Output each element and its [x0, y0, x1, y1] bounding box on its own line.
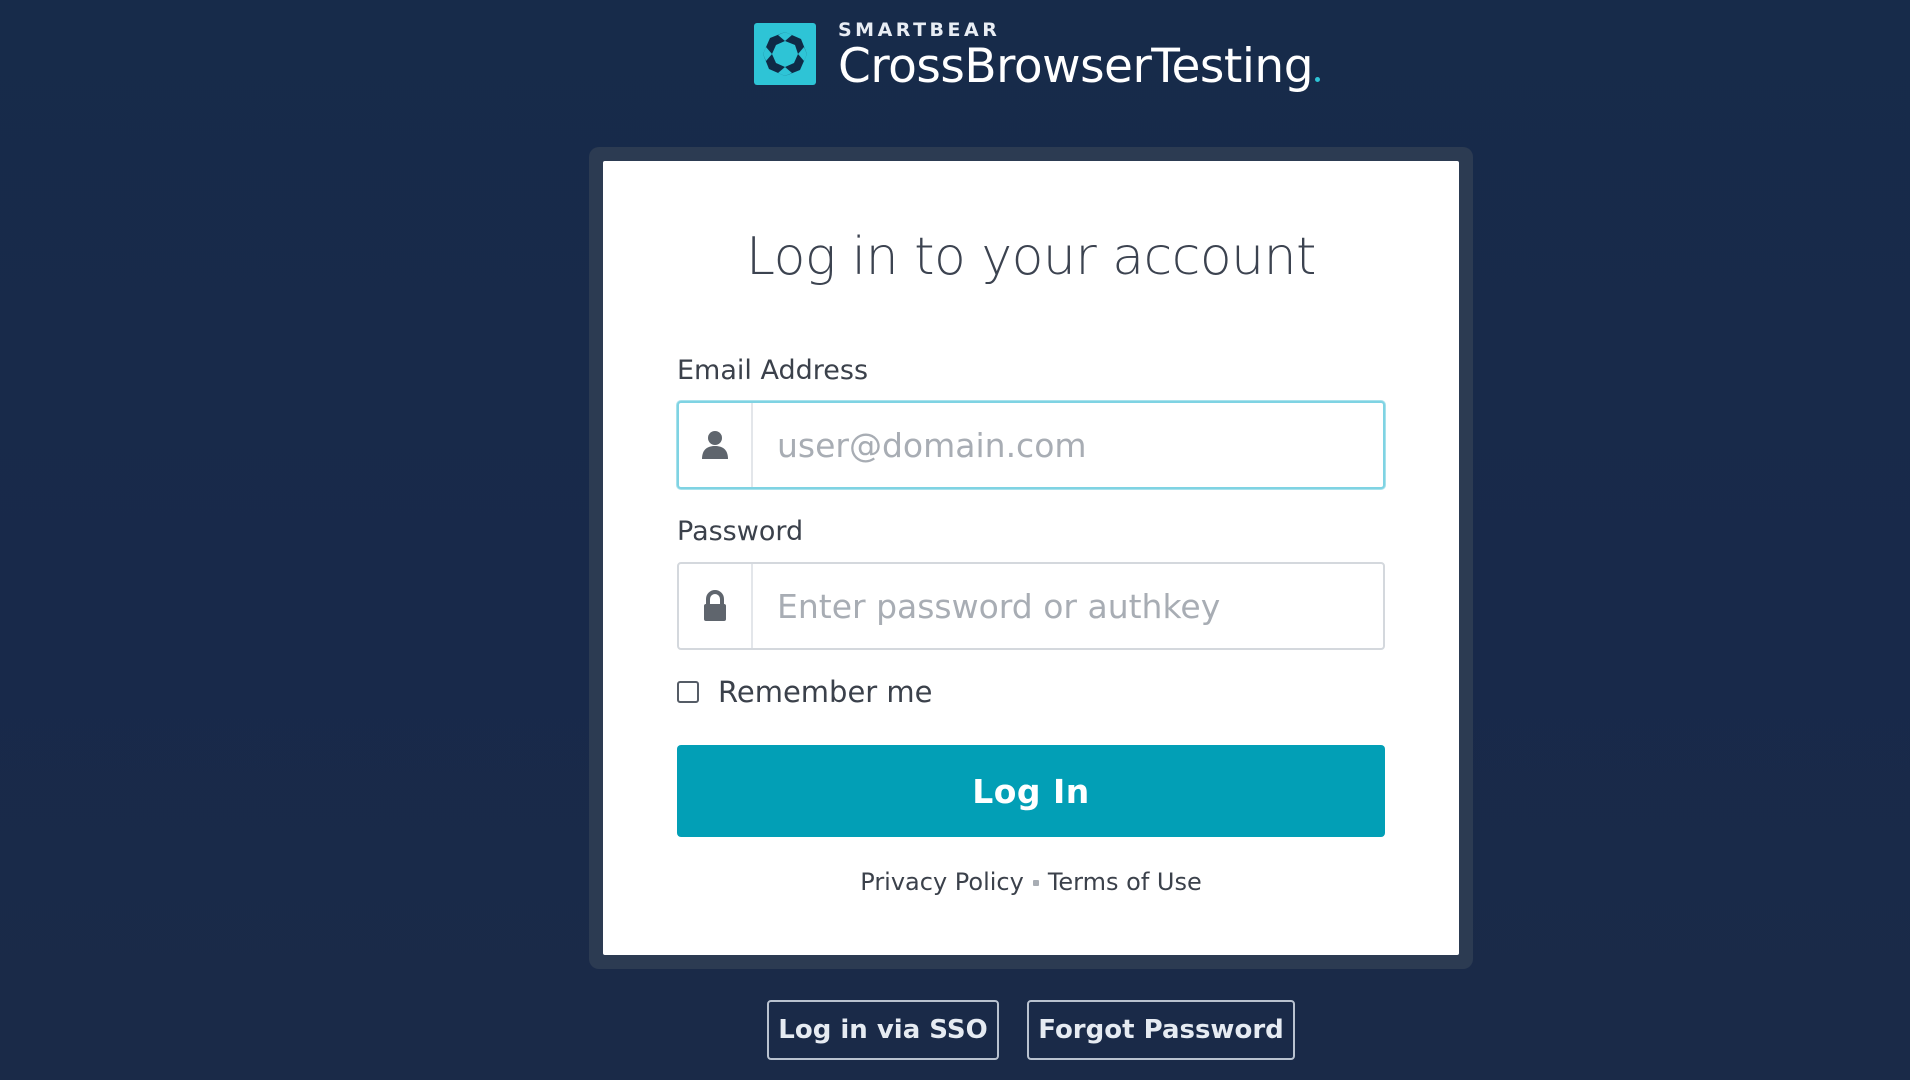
email-input-group	[677, 401, 1385, 489]
login-button[interactable]: Log In	[677, 745, 1385, 837]
lock-icon	[704, 590, 726, 621]
legal-links: Privacy Policy Terms of Use	[603, 868, 1459, 896]
brand-dot	[1315, 77, 1321, 82]
link-separator	[1032, 880, 1039, 886]
email-label: Email Address	[677, 355, 869, 386]
password-field[interactable]	[753, 564, 1383, 648]
password-label: Password	[677, 516, 804, 547]
sso-login-button[interactable]: Log in via SSO	[767, 1000, 999, 1060]
brand-company: SMARTBEAR	[838, 19, 1001, 41]
page-title: Log in to your account	[746, 227, 1316, 287]
email-field[interactable]	[753, 403, 1383, 487]
login-card: Log in to your account Email Address Pas…	[603, 161, 1459, 955]
login-page: SMARTBEAR CrossBrowserTesting Log in to …	[0, 0, 1910, 1080]
brand-product-name: CrossBrowserTesting	[838, 39, 1314, 94]
password-addon	[679, 564, 753, 648]
privacy-policy-link[interactable]: Privacy Policy	[860, 868, 1024, 896]
crossbrowsertesting-logo-icon	[754, 23, 816, 85]
remember-me-label[interactable]: Remember me	[718, 675, 933, 709]
password-input-group	[677, 562, 1385, 650]
brand-header: SMARTBEAR CrossBrowserTesting	[754, 19, 1321, 99]
email-addon	[679, 403, 753, 487]
remember-me[interactable]: Remember me	[677, 675, 933, 709]
forgot-password-button[interactable]: Forgot Password	[1027, 1000, 1295, 1060]
brand-product: CrossBrowserTesting	[838, 39, 1321, 94]
remember-me-checkbox[interactable]	[677, 681, 699, 703]
terms-of-use-link[interactable]: Terms of Use	[1048, 868, 1202, 896]
user-icon	[702, 431, 728, 459]
